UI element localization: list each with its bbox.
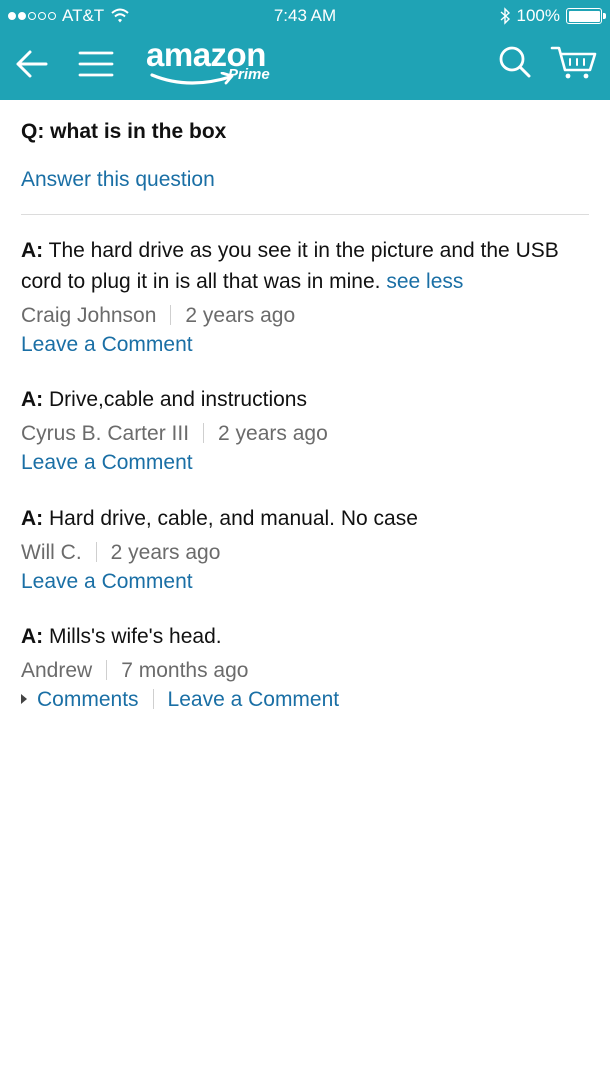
answer-author[interactable]: Craig Johnson: [21, 304, 156, 327]
answer-label: A:: [21, 388, 44, 411]
bluetooth-icon: [500, 7, 510, 25]
battery-percent: 100%: [516, 6, 560, 25]
answer-label: A:: [21, 625, 44, 648]
meta-separator: [95, 542, 97, 562]
cart-icon[interactable]: [550, 42, 598, 82]
answer-text: A: Drive,cable and instructions: [21, 384, 589, 415]
battery-icon: [566, 8, 606, 24]
answer-body: The hard drive as you see it in the pict…: [21, 239, 559, 293]
answer-text: A: Mills's wife's head.: [21, 621, 589, 652]
logo-prime-text: Prime: [228, 66, 270, 83]
nav-bar: amazon Prime: [0, 32, 610, 100]
answer-item: A: The hard drive as you see it in the p…: [21, 235, 589, 359]
meta-separator: [203, 423, 205, 443]
comments-link[interactable]: Comments: [37, 688, 139, 711]
answer-date: 7 months ago: [121, 659, 249, 682]
menu-icon[interactable]: [76, 44, 116, 84]
answer-date: 2 years ago: [218, 422, 328, 445]
expand-caret-icon[interactable]: [21, 694, 27, 704]
status-bar: AT&T 7:43 AM 100%: [0, 0, 610, 32]
app-header: AT&T 7:43 AM 100% amazon Prime: [0, 0, 610, 100]
answer-text: A: The hard drive as you see it in the p…: [21, 235, 589, 297]
answer-question-link[interactable]: Answer this question: [21, 168, 215, 192]
question-title: Q: what is in the box: [21, 120, 227, 143]
search-icon[interactable]: [496, 42, 536, 82]
answer-author[interactable]: Andrew: [21, 659, 92, 682]
answer-author[interactable]: Will C.: [21, 541, 82, 564]
answer-date: 2 years ago: [110, 541, 221, 564]
answer-date: 2 years ago: [185, 304, 296, 327]
back-arrow-icon[interactable]: [12, 44, 52, 84]
answer-body: Mills's wife's head.: [43, 625, 222, 648]
divider: [21, 214, 589, 215]
leave-comment-link[interactable]: Leave a Comment: [168, 688, 340, 711]
smile-arrow-icon: [150, 72, 234, 85]
leave-comment-link[interactable]: Leave a Comment: [21, 449, 589, 477]
answer-text: A: Hard drive, cable, and manual. No cas…: [21, 503, 589, 534]
answer-item: A: Hard drive, cable, and manual. No cas…: [21, 503, 589, 596]
answer-meta: Andrew 7 months ago: [21, 656, 589, 686]
answer-label: A:: [21, 507, 44, 530]
answer-label: A:: [21, 239, 44, 262]
answer-body: Hard drive, cable, and manual. No case: [43, 507, 418, 530]
answer-author[interactable]: Cyrus B. Carter III: [21, 422, 189, 445]
status-right: 100%: [499, 6, 606, 26]
link-separator: [152, 689, 154, 709]
answer-meta: Will C. 2 years ago: [21, 538, 589, 568]
see-less-link[interactable]: see less: [386, 270, 463, 293]
leave-comment-link[interactable]: Leave a Comment: [21, 568, 589, 596]
comment-links-row: Comments Leave a Comment: [21, 686, 589, 714]
leave-comment-link[interactable]: Leave a Comment: [21, 331, 589, 359]
amazon-prime-logo[interactable]: amazon Prime: [146, 36, 296, 92]
meta-separator: [170, 305, 172, 325]
answer-item: A: Drive,cable and instructions Cyrus B.…: [21, 384, 589, 477]
meta-separator: [106, 660, 108, 680]
answer-item: A: Mills's wife's head. Andrew 7 months a…: [21, 621, 589, 714]
answer-meta: Cyrus B. Carter III 2 years ago: [21, 419, 589, 449]
answer-body: Drive,cable and instructions: [43, 388, 307, 411]
answer-meta: Craig Johnson 2 years ago: [21, 301, 589, 331]
